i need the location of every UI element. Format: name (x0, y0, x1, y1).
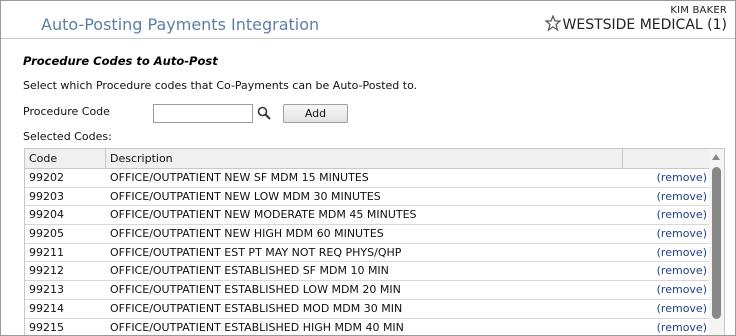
table-row: 99211 OFFICE/OUTPATIENT EST PT MAY NOT RE… (25, 244, 711, 263)
code-cell: 99203 (29, 189, 64, 203)
description-cell: OFFICE/OUTPATIENT ESTABLISHED LOW MDM 20… (110, 283, 401, 297)
scroll-up-arrow-icon[interactable] (712, 154, 720, 160)
remove-link[interactable]: (remove) (657, 319, 707, 336)
instruction-text: Select which Procedure codes that Co-Pay… (23, 79, 418, 92)
table-row: 99202 OFFICE/OUTPATIENT NEW SF MDM 15 MIN… (25, 169, 711, 188)
column-header-description[interactable]: Description (106, 149, 623, 169)
code-cell: 99205 (29, 227, 64, 241)
procedure-code-label: Procedure Code (23, 105, 110, 118)
description-cell: OFFICE/OUTPATIENT ESTABLISHED HIGH MDM 4… (110, 320, 404, 334)
practice-name[interactable]: WESTSIDE MEDICAL (1) (563, 17, 728, 33)
description-cell: OFFICE/OUTPATIENT EST PT MAY NOT REQ PHY… (110, 245, 402, 259)
table-body: 99202 OFFICE/OUTPATIENT NEW SF MDM 15 MIN… (25, 169, 711, 336)
table-row: 99212 OFFICE/OUTPATIENT ESTABLISHED SF MD… (25, 262, 711, 282)
description-cell: OFFICE/OUTPATIENT ESTABLISHED MOD MDM 30… (110, 301, 403, 315)
description-cell: OFFICE/OUTPATIENT ESTABLISHED SF MDM 10 … (110, 264, 389, 278)
code-cell: 99211 (29, 245, 64, 259)
table-row: 99213 OFFICE/OUTPATIENT ESTABLISHED LOW M… (25, 281, 711, 300)
table-row: 99214 OFFICE/OUTPATIENT ESTABLISHED MOD M… (25, 300, 711, 319)
selected-codes-table: Code Description 99202 OFFICE/OUTPATIENT … (24, 148, 725, 336)
remove-link[interactable]: (remove) (657, 169, 707, 187)
remove-link[interactable]: (remove) (657, 281, 707, 299)
search-icon[interactable] (257, 106, 271, 120)
code-cell: 99202 (29, 171, 64, 184)
description-cell: OFFICE/OUTPATIENT NEW SF MDM 15 MINUTES (110, 171, 369, 184)
app-window: Auto-Posting Payments Integration KIM BA… (0, 0, 736, 336)
remove-link[interactable]: (remove) (657, 244, 707, 262)
description-cell: OFFICE/OUTPATIENT NEW MODERATE MDM 45 MI… (110, 208, 417, 222)
code-cell: 99212 (29, 264, 64, 278)
remove-link[interactable]: (remove) (657, 262, 707, 280)
procedure-code-input[interactable] (153, 104, 253, 123)
star-outline-icon[interactable] (545, 15, 561, 31)
table-row: 99203 OFFICE/OUTPATIENT NEW LOW MDM 30 MI… (25, 188, 711, 207)
vertical-scrollbar[interactable] (709, 149, 724, 335)
table-row: 99215 OFFICE/OUTPATIENT ESTABLISHED HIGH … (25, 319, 711, 336)
description-cell: OFFICE/OUTPATIENT NEW LOW MDM 30 MINUTES (110, 189, 381, 203)
code-cell: 99204 (29, 208, 64, 222)
table-header: Code Description (25, 149, 711, 169)
header-bar: Auto-Posting Payments Integration KIM BA… (1, 1, 735, 39)
section-title: Procedure Codes to Auto-Post (23, 54, 218, 68)
add-button[interactable]: Add (283, 104, 348, 123)
selected-codes-label: Selected Codes: (23, 130, 112, 143)
column-header-action (623, 149, 711, 169)
user-name: KIM BAKER (670, 5, 727, 16)
remove-link[interactable]: (remove) (657, 188, 707, 206)
code-cell: 99214 (29, 301, 64, 315)
scrollbar-thumb[interactable] (712, 167, 721, 319)
remove-link[interactable]: (remove) (657, 206, 707, 224)
remove-link[interactable]: (remove) (657, 300, 707, 318)
column-header-code[interactable]: Code (25, 149, 106, 169)
table-row: 99205 OFFICE/OUTPATIENT NEW HIGH MDM 60 M… (25, 225, 711, 244)
page-title: Auto-Posting Payments Integration (41, 15, 320, 34)
description-cell: OFFICE/OUTPATIENT NEW HIGH MDM 60 MINUTE… (110, 227, 384, 241)
code-cell: 99215 (29, 320, 64, 334)
remove-link[interactable]: (remove) (657, 225, 707, 243)
code-cell: 99213 (29, 283, 64, 297)
table-row: 99204 OFFICE/OUTPATIENT NEW MODERATE MDM … (25, 206, 711, 226)
